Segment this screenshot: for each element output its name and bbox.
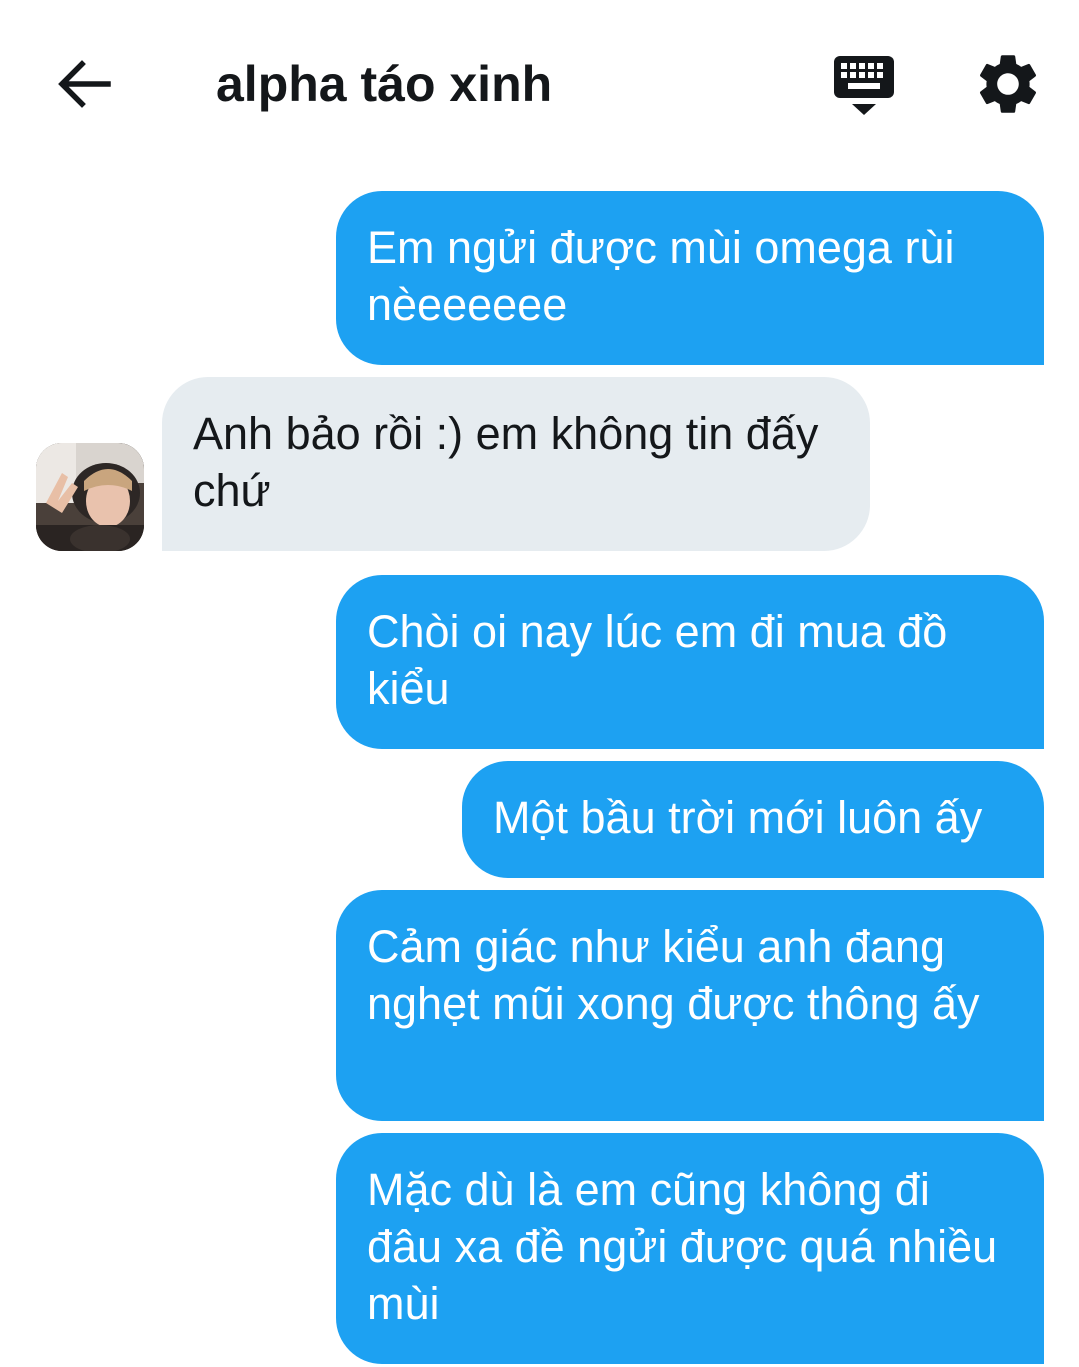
back-button[interactable] [52,52,116,116]
message-bubble-sent[interactable]: Mặc dù là em cũng không đi đâu xa đề ngử… [336,1133,1044,1364]
message-bubble-received[interactable]: Anh bảo rồi :) em không tin đấy chứ [162,377,870,551]
keyboard-button[interactable] [828,52,900,118]
message-bubble-sent[interactable]: Một bầu trời mới luôn ấy [462,761,1044,878]
message-bubble-sent[interactable]: Em ngửi được mùi omega rùi nèeeeeee [336,191,1044,365]
message-bubble-sent[interactable]: Cảm giác như kiểu anh đang nghẹt mũi xon… [336,890,1044,1121]
keyboard-icon [834,56,894,115]
gear-icon [979,55,1037,113]
avatar[interactable] [36,443,144,551]
conversation-header: alpha táo xinh [0,0,1079,165]
message-bubble-sent[interactable]: Chòi oi nay lúc em đi mua đồ kiểu [336,575,1044,749]
avatar-photo [36,443,144,551]
conversation-title: alpha táo xinh [216,56,553,112]
arrow-left-icon [58,60,111,108]
settings-button[interactable] [972,48,1044,120]
